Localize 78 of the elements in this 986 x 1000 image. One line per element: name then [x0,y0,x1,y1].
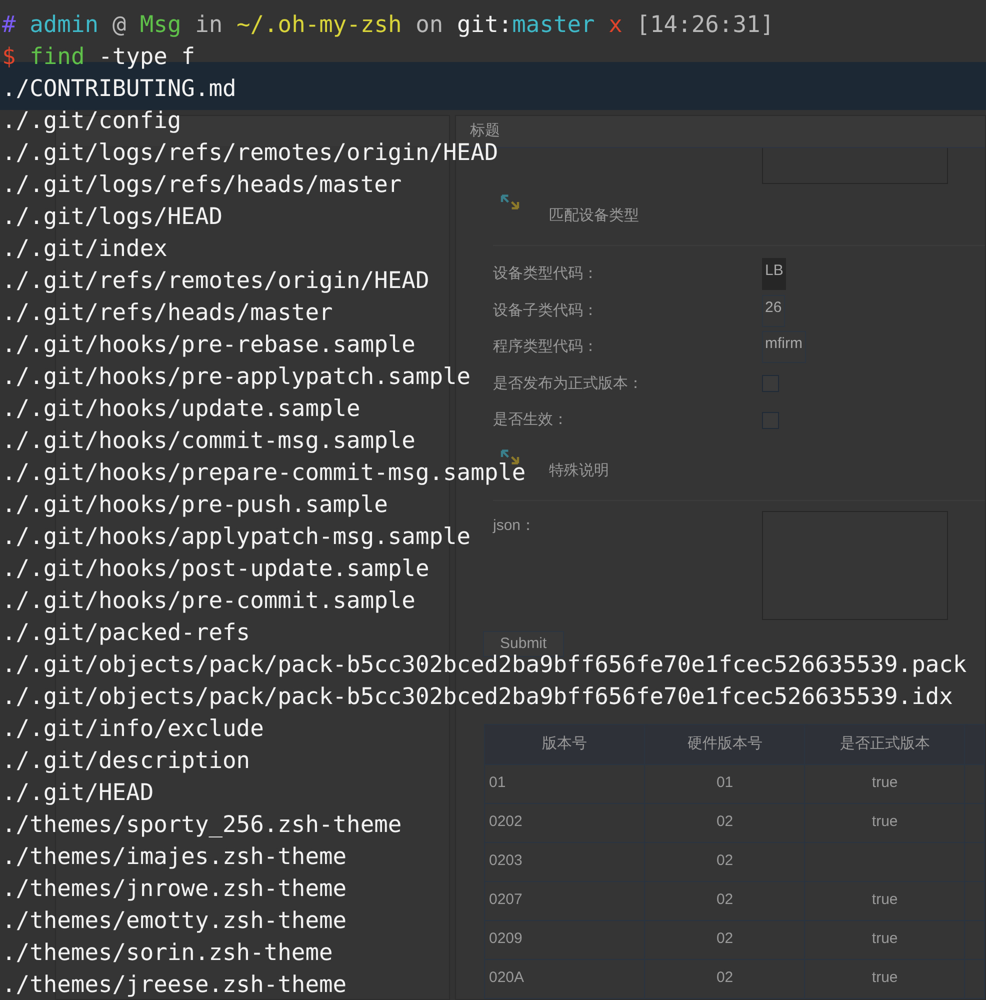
output-line: ./.git/refs/remotes/origin/HEAD [2,267,430,296]
table-cell: true [804,920,965,959]
output-line: ./.git/description [2,747,250,776]
prompt-text: Msg [140,11,182,40]
text-field[interactable]: mfirm [762,331,806,364]
section-title: 特殊说明 [549,460,609,481]
table-cell: 02 [644,959,805,998]
checkbox[interactable] [762,375,779,392]
output-line: ./.git/objects/pack/pack-b5cc302bced2ba9bff656fe70e1fcec526635539.idx [2,683,953,712]
table-cell: 01 [644,764,805,803]
resize-arrows-icon [499,448,521,464]
output-line: ./.git/hooks/pre-applypatch.sample [2,363,471,392]
field-label: 程序类型代码： [493,337,599,357]
output-line: ./.git/HEAD [2,779,154,808]
output-line: ./.git/hooks/update.sample [2,395,360,424]
column-header: 版本号 [484,724,645,764]
prompt-text: on [416,11,444,40]
table-cell: true [804,881,965,920]
output-line: ./themes/sorin.zsh-theme [2,939,333,968]
output-line: ./themes/jnrowe.zsh-theme [2,875,347,904]
prompt-text: ~/.oh-my-zsh [236,11,402,40]
output-line: ./.git/info/exclude [2,715,264,744]
output-line: ./.git/hooks/commit-msg.sample [2,427,416,456]
command-text: -type f [98,43,196,72]
prompt-text: admin [30,11,99,40]
table-cell: 02 [644,920,805,959]
output-line: ./.git/hooks/pre-rebase.sample [2,331,416,360]
output-line: ./.git/hooks/applypatch-msg.sample [2,523,471,552]
table-cell: 0202 [484,803,645,842]
text-area[interactable] [762,148,948,184]
output-line: ./themes/jreese.zsh-theme [2,971,347,1000]
prompt-text: [14:26:31] [636,11,774,40]
table-cell: 02 [644,881,805,920]
field-label: 设备类型代码： [493,264,599,284]
command-text: $ [2,43,16,72]
prompt-text: @ [112,11,126,40]
output-line: ./.git/config [2,107,182,136]
panel-title: 标题 [470,121,500,142]
output-line: ./.git/packed-refs [2,619,250,648]
output-line: ./.git/hooks/post-update.sample [2,555,430,584]
table-cell: 0209 [484,920,645,959]
section-title: 匹配设备类型 [549,206,639,226]
output-line: ./.git/hooks/pre-commit.sample [2,587,416,616]
table-cell: 01 [484,764,645,803]
output-line: ./.git/logs/HEAD [2,203,223,232]
table-cell: 0207 [484,881,645,920]
table-cell: true [804,959,965,998]
prompt-text: master [512,11,595,40]
output-line: ./.git/refs/heads/master [2,299,333,328]
table-cell: 02 [644,803,805,842]
output-line: ./themes/imajes.zsh-theme [2,843,347,872]
output-line: ./themes/emotty.zsh-theme [2,907,347,936]
field-label: 是否发布为正式版本： [493,374,644,394]
table-cell: true [804,764,965,803]
field-label: 设备子类代码： [493,300,599,320]
text-field[interactable]: 26 [762,294,785,327]
output-line: ./.git/hooks/prepare-commit-msg.sample [2,459,526,488]
output-line: ./.git/index [2,235,168,264]
field-label: 是否生效： [493,410,569,430]
output-line: ./themes/sporty_256.zsh-theme [2,811,402,840]
output-line: ./.git/logs/refs/heads/master [2,171,402,200]
table-cell: 02 [644,842,805,881]
command-text: find [30,43,85,72]
output-line: ./.git/logs/refs/remotes/origin/HEAD [2,139,498,168]
output-line: ./CONTRIBUTING.md [2,75,236,104]
table-cell: 020A [484,959,645,998]
column-header: 硬件版本号 [644,724,805,764]
checkbox[interactable] [762,412,779,429]
table-cell: true [804,803,965,842]
output-line: ./.git/hooks/pre-push.sample [2,491,388,520]
resize-arrows-icon [499,194,521,210]
table-cell: 0203 [484,842,645,881]
prompt-text: # [2,11,16,40]
prompt-text: in [195,11,223,40]
field-label: json： [493,516,537,536]
column-header: 是否正式版本 [804,724,965,764]
prompt-text: git: [457,11,512,40]
prompt-text: x [608,11,622,40]
